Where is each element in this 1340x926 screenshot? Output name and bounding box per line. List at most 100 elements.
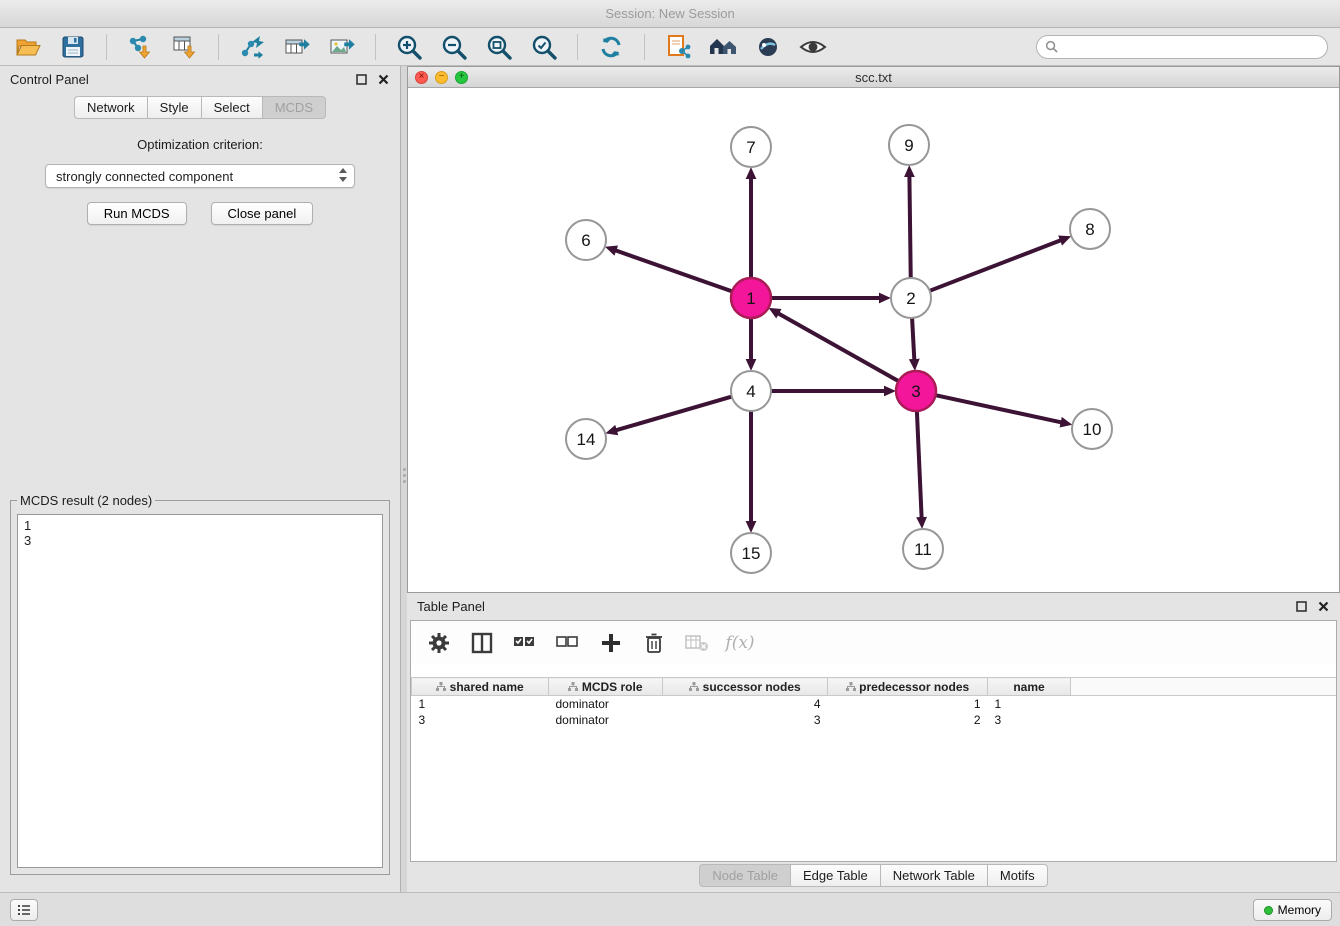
close-panel-icon[interactable] — [376, 72, 390, 86]
svg-text:2: 2 — [906, 289, 915, 308]
graph-node-6[interactable]: 6 — [566, 220, 606, 260]
export-table-button[interactable] — [281, 31, 313, 63]
tab-node-table[interactable]: Node Table — [699, 864, 790, 887]
tab-network[interactable]: Network — [74, 96, 147, 119]
toolbar-separator — [106, 34, 107, 60]
deselect-all-button[interactable] — [554, 629, 582, 657]
run-mcds-button[interactable]: Run MCDS — [87, 202, 187, 225]
column-header-successor-nodes[interactable]: successor nodes — [663, 678, 828, 696]
graph-node-10[interactable]: 10 — [1072, 409, 1112, 449]
graph-node-14[interactable]: 14 — [566, 419, 606, 459]
graph-edge-3-1[interactable] — [778, 313, 899, 381]
column-header-mcds-role[interactable]: MCDS role — [549, 678, 663, 696]
select-all-button[interactable] — [511, 629, 539, 657]
memory-button[interactable]: Memory — [1253, 899, 1332, 921]
list-icon — [17, 904, 31, 916]
zoom-window-button[interactable]: + — [455, 71, 468, 84]
search-icon — [1045, 40, 1058, 53]
graph-node-3[interactable]: 3 — [896, 371, 936, 411]
table-settings-button[interactable] — [425, 629, 453, 657]
column-header-predecessor-nodes[interactable]: predecessor nodes — [828, 678, 988, 696]
graph-node-11[interactable]: 11 — [903, 529, 943, 569]
export-web-button[interactable] — [662, 31, 694, 63]
refresh-layout-button[interactable] — [595, 31, 627, 63]
tab-network-table[interactable]: Network Table — [880, 864, 987, 887]
column-header-shared-name[interactable]: shared name — [412, 678, 549, 696]
column-header-name[interactable]: name — [988, 678, 1071, 696]
annotation-icon — [755, 34, 781, 60]
criterion-dropdown[interactable]: strongly connected component — [45, 164, 355, 188]
table-cell[interactable]: 2 — [828, 712, 988, 728]
close-window-button[interactable]: × — [415, 71, 428, 84]
graph-node-7[interactable]: 7 — [731, 127, 771, 167]
table-cell[interactable]: dominator — [549, 696, 663, 712]
network-window-titlebar[interactable]: scc.txt × − + — [408, 67, 1339, 88]
tab-motifs[interactable]: Motifs — [987, 864, 1048, 887]
table-row[interactable]: 1dominator411 — [412, 696, 1337, 712]
function-builder-button[interactable]: f(x) — [726, 629, 754, 657]
tab-edge-table[interactable]: Edge Table — [790, 864, 880, 887]
minimize-window-button[interactable]: − — [435, 71, 448, 84]
network-view-window: scc.txt × − + 7 9 6 8 1 2 3 4 14 10 15 11 — [407, 66, 1340, 593]
graph-edge-3-10[interactable] — [936, 395, 1062, 422]
save-session-button[interactable] — [57, 31, 89, 63]
export-image-button[interactable] — [326, 31, 358, 63]
table-cell[interactable]: 1 — [412, 696, 549, 712]
network-canvas[interactable]: 7 9 6 8 1 2 3 4 14 10 15 11 — [408, 88, 1339, 592]
graph-node-2[interactable]: 2 — [891, 278, 931, 318]
delete-table-button[interactable] — [683, 629, 711, 657]
home-button[interactable] — [707, 31, 739, 63]
tab-style[interactable]: Style — [147, 96, 201, 119]
zoom-selected-button[interactable] — [528, 31, 560, 63]
toolbar-separator — [218, 34, 219, 60]
svg-text:6: 6 — [581, 231, 590, 250]
delete-row-button[interactable] — [640, 629, 668, 657]
open-session-button[interactable] — [12, 31, 44, 63]
tab-select[interactable]: Select — [201, 96, 262, 119]
float-panel-icon[interactable] — [1294, 599, 1308, 613]
window-titlebar[interactable]: Session: New Session — [0, 0, 1340, 28]
graph-node-1[interactable]: 1 — [731, 278, 771, 318]
table-cell[interactable]: 1 — [828, 696, 988, 712]
graph-node-8[interactable]: 8 — [1070, 209, 1110, 249]
add-row-button[interactable] — [597, 629, 625, 657]
network-window-title: scc.txt — [408, 70, 1339, 85]
graph-edge-3-11[interactable] — [917, 411, 922, 518]
zoom-out-button[interactable] — [438, 31, 470, 63]
graph-node-4[interactable]: 4 — [731, 371, 771, 411]
graph-edge-2-3[interactable] — [912, 318, 914, 360]
annotation-button[interactable] — [752, 31, 784, 63]
search-box[interactable] — [1036, 35, 1328, 59]
mcds-result-group: MCDS result (2 nodes) 1 3 — [10, 493, 390, 875]
tab-mcds[interactable]: MCDS — [262, 96, 326, 119]
zoom-fit-button[interactable] — [483, 31, 515, 63]
graph-edge-4-14[interactable] — [616, 397, 732, 431]
zoom-in-button[interactable] — [393, 31, 425, 63]
graph-node-9[interactable]: 9 — [889, 125, 929, 165]
graph-edge-2-9[interactable] — [909, 176, 910, 278]
graph-edge-2-8[interactable] — [930, 240, 1061, 291]
import-table-button[interactable] — [169, 31, 201, 63]
graph-edge-1-6[interactable] — [615, 250, 732, 291]
table-cell[interactable]: 4 — [663, 696, 828, 712]
node-table: shared name MCDS role successor nodes pr… — [411, 677, 1336, 728]
svg-text:10: 10 — [1083, 420, 1102, 439]
float-panel-icon[interactable] — [354, 72, 368, 86]
close-panel-button[interactable]: Close panel — [211, 202, 314, 225]
table-cell[interactable]: dominator — [549, 712, 663, 728]
table-cell[interactable]: 1 — [988, 696, 1071, 712]
refresh-layout-icon — [598, 34, 624, 60]
mcds-result-list[interactable]: 1 3 — [17, 514, 383, 868]
table-cell[interactable]: 3 — [663, 712, 828, 728]
table-row[interactable]: 3dominator323 — [412, 712, 1337, 728]
graph-node-15[interactable]: 15 — [731, 533, 771, 573]
table-cell[interactable]: 3 — [412, 712, 549, 728]
export-network-button[interactable] — [236, 31, 268, 63]
show-hide-button[interactable] — [797, 31, 829, 63]
close-panel-icon[interactable] — [1316, 599, 1330, 613]
table-cell[interactable]: 3 — [988, 712, 1071, 728]
show-columns-button[interactable] — [468, 629, 496, 657]
search-input[interactable] — [1064, 39, 1319, 54]
task-history-button[interactable] — [10, 899, 38, 921]
import-network-button[interactable] — [124, 31, 156, 63]
